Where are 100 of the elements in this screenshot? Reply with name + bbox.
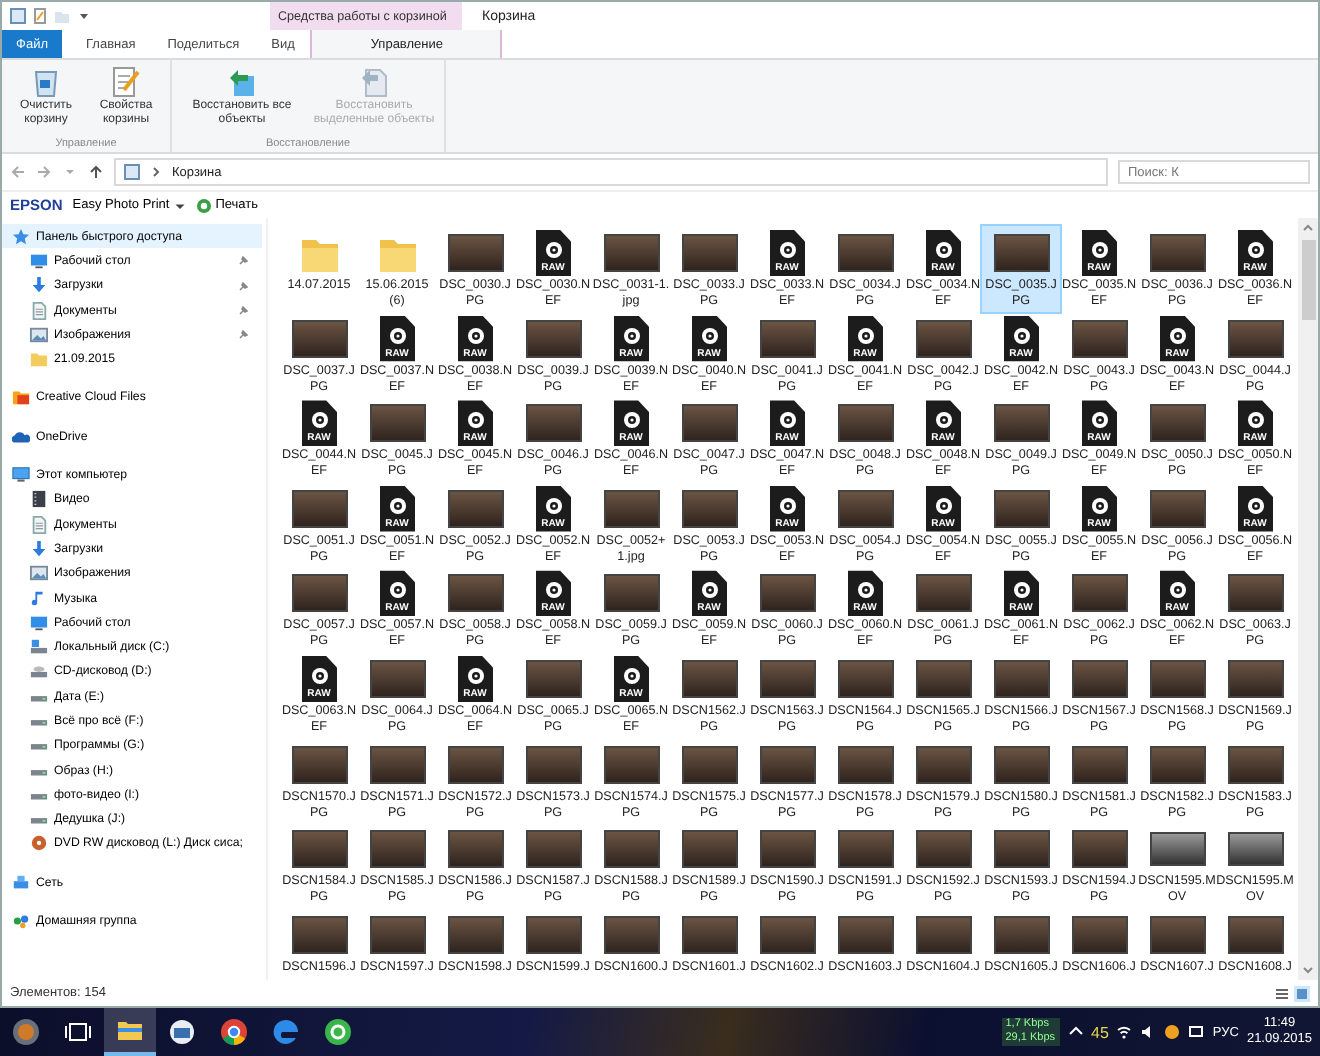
temperature-reading: 45 — [1091, 1023, 1109, 1041]
folder-icon — [12, 388, 30, 407]
wifi-icon[interactable] — [1116, 1024, 1133, 1040]
photo-thumbnail — [1071, 659, 1127, 698]
photo-thumbnail — [1227, 915, 1283, 954]
cd-drive-icon — [30, 662, 48, 681]
photo-thumbnail — [1227, 745, 1283, 784]
task-view-icon — [64, 1018, 92, 1046]
photo-thumbnail — [1071, 574, 1127, 613]
browser-icon — [220, 1018, 248, 1046]
restore-icon — [360, 66, 388, 98]
up-arrow-icon[interactable] — [88, 164, 104, 180]
photo-thumbnail — [525, 745, 581, 784]
photo-thumbnail — [447, 830, 503, 869]
dropdown-icon[interactable] — [76, 8, 92, 24]
scroll-up-icon[interactable] — [1302, 222, 1314, 234]
photo-thumbnail — [681, 234, 737, 272]
download-icon — [30, 539, 48, 558]
photo-thumbnail — [759, 659, 815, 698]
disc-icon — [30, 834, 48, 853]
folder-icon — [30, 350, 48, 369]
photo-thumbnail — [759, 574, 815, 613]
photo-thumbnail — [447, 234, 503, 272]
document-icon — [30, 301, 48, 320]
photo-thumbnail — [369, 659, 425, 698]
photo-thumbnail — [603, 574, 659, 613]
start-orb-icon — [12, 1018, 40, 1046]
photo-thumbnail — [759, 915, 815, 954]
chevron-up-icon[interactable] — [1067, 1024, 1084, 1040]
photo-thumbnail — [525, 830, 581, 869]
scroll-down-icon[interactable] — [1302, 964, 1314, 976]
photo-thumbnail — [291, 319, 347, 358]
folder-icon — [116, 1016, 144, 1044]
photo-thumbnail — [369, 830, 425, 869]
desktop-icon — [30, 251, 48, 270]
ring-icon — [195, 197, 212, 213]
photo-thumbnail — [291, 489, 347, 528]
photo-thumbnail — [1071, 830, 1127, 869]
photo-thumbnail — [447, 574, 503, 613]
photo-thumbnail — [525, 319, 581, 358]
photo-thumbnail — [603, 915, 659, 954]
caret-icon — [173, 199, 186, 211]
photo-thumbnail — [291, 830, 347, 869]
chat-icon — [324, 1018, 352, 1046]
video-thumbnail — [1149, 832, 1205, 867]
photo-thumbnail — [603, 489, 659, 528]
photo-thumbnail — [837, 234, 893, 272]
photo-thumbnail — [525, 659, 581, 698]
icons-view-icon[interactable] — [1294, 985, 1310, 1001]
photo-thumbnail — [681, 915, 737, 954]
photo-thumbnail — [447, 915, 503, 954]
scrollbar[interactable] — [1298, 218, 1318, 980]
photo-thumbnail — [993, 745, 1049, 784]
photo-thumbnail — [681, 745, 737, 784]
photo-thumbnail — [603, 745, 659, 784]
photo-thumbnail — [1149, 915, 1205, 954]
photo-thumbnail — [1149, 404, 1205, 443]
photo-thumbnail — [1071, 319, 1127, 358]
document-icon — [30, 515, 48, 534]
photo-thumbnail — [1071, 745, 1127, 784]
photo-thumbnail — [681, 489, 737, 528]
photo-thumbnail — [603, 830, 659, 869]
music-note-icon — [30, 589, 48, 607]
photo-thumbnail — [291, 915, 347, 954]
photo-thumbnail — [915, 745, 971, 784]
photo-thumbnail — [603, 234, 659, 272]
photo-thumbnail — [525, 404, 581, 443]
cloud-icon — [12, 427, 30, 446]
taskbar-button[interactable] — [104, 1008, 156, 1056]
details-view-icon[interactable] — [1274, 985, 1290, 1001]
photo-thumbnail — [915, 574, 971, 613]
photo-thumbnail — [837, 659, 893, 698]
picture-icon — [30, 325, 48, 344]
computer-icon — [12, 466, 30, 485]
photo-thumbnail — [681, 830, 737, 869]
picture-icon — [30, 564, 48, 583]
photo-thumbnail — [915, 319, 971, 358]
photo-thumbnail — [1227, 319, 1283, 358]
photo-thumbnail — [1227, 659, 1283, 698]
video-thumbnail — [1227, 832, 1283, 867]
photo-thumbnail — [993, 234, 1049, 272]
photo-thumbnail — [447, 489, 503, 528]
photo-thumbnail — [837, 830, 893, 869]
photo-thumbnail — [993, 830, 1049, 869]
photo-thumbnail — [759, 319, 815, 358]
photo-thumbnail — [1149, 234, 1205, 272]
circle-app-icon[interactable] — [1164, 1024, 1181, 1040]
network-icon — [12, 873, 30, 892]
notification-icon[interactable] — [1188, 1024, 1205, 1040]
scrollbar-thumb[interactable] — [1301, 240, 1315, 320]
photo-thumbnail — [837, 404, 893, 443]
photo-thumbnail — [1071, 915, 1127, 954]
photo-thumbnail — [837, 915, 893, 954]
photo-thumbnail — [369, 745, 425, 784]
drive-icon — [30, 638, 48, 657]
photo-thumbnail — [681, 404, 737, 443]
photo-thumbnail — [369, 404, 425, 443]
document-icon[interactable] — [32, 8, 48, 24]
photo-thumbnail — [369, 915, 425, 954]
photo-thumbnail — [759, 745, 815, 784]
